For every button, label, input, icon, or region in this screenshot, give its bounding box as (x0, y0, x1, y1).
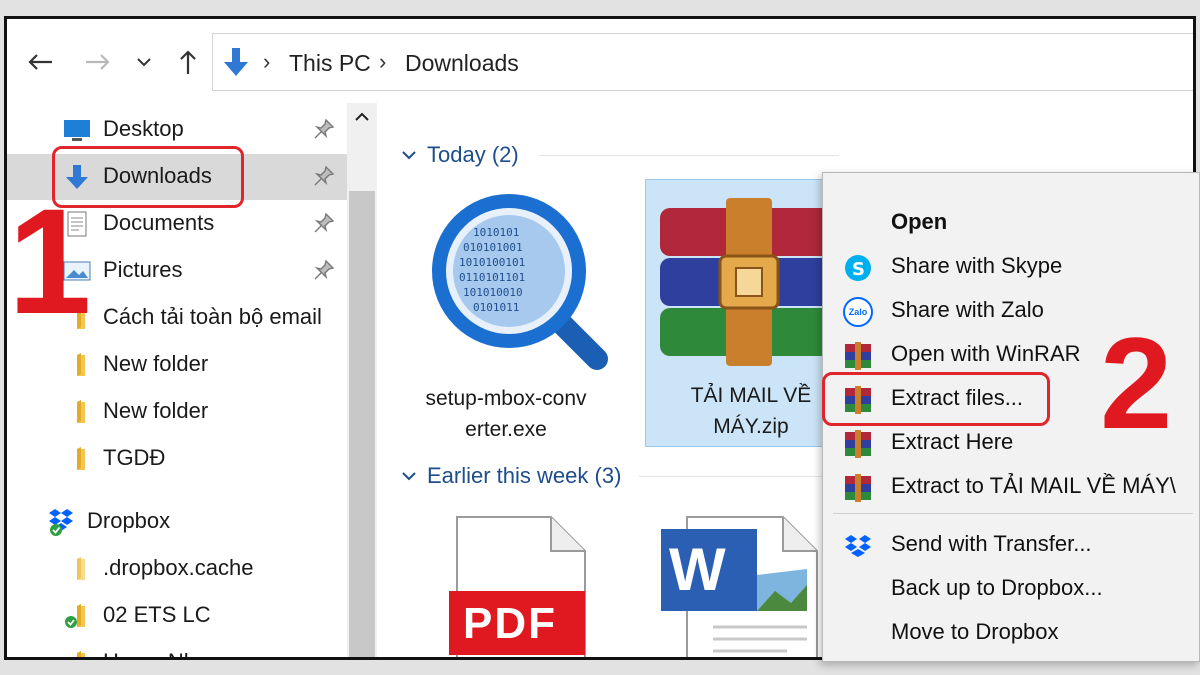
sidebar-item-label: TGDĐ (103, 445, 166, 470)
svg-text:010101001: 010101001 (463, 241, 523, 254)
file-item-pdf[interactable]: PDF (445, 515, 595, 657)
pin-icon (314, 259, 335, 280)
sidebar-item-dropbox[interactable]: Dropbox (7, 499, 347, 545)
breadcrumb-separator: › (379, 49, 387, 74)
downloads-icon (224, 48, 248, 76)
folder-icon (77, 557, 85, 580)
svg-text:1010100101: 1010100101 (459, 256, 525, 269)
nav-pane-scrollbar[interactable] (347, 103, 377, 657)
sidebar-item-label: New folder (103, 398, 209, 423)
recent-locations-button[interactable] (131, 45, 157, 79)
menu-item-send-with-transfer[interactable]: Send with Transfer... (823, 523, 1200, 565)
chevron-down-icon (137, 58, 151, 67)
up-button[interactable] (171, 45, 205, 79)
folder-icon (77, 400, 85, 423)
desktop-icon (64, 120, 90, 141)
scroll-thumb[interactable] (349, 191, 375, 657)
sidebar-item-label: Pictures (103, 257, 183, 282)
pdf-badge: PDF (463, 599, 557, 648)
sidebar-item-label: .dropbox.cache (103, 555, 254, 580)
folder-icon (77, 447, 85, 470)
winrar-icon (845, 430, 871, 458)
screenshot-frame: › This PC › Downloads Desktop Downloads … (0, 0, 1200, 675)
sidebar-item-folder[interactable]: .dropbox.cache (7, 546, 347, 592)
sidebar-item-label: 02 ETS LC (103, 602, 211, 627)
pin-icon (314, 118, 335, 139)
menu-item-label: Send with Transfer... (891, 531, 1092, 556)
chevron-down-icon[interactable] (401, 470, 417, 482)
pin-icon (314, 165, 335, 186)
svg-text:101010010: 101010010 (463, 286, 523, 299)
forward-button[interactable] (81, 45, 115, 79)
zalo-icon: Zalo (843, 297, 873, 327)
navigation-bar: › This PC › Downloads (7, 19, 1193, 103)
sidebar-item-folder[interactable]: TGDĐ (7, 436, 347, 482)
winrar-archive-icon (660, 198, 838, 366)
svg-text:0110101101: 0110101101 (459, 271, 525, 284)
dropbox-icon (49, 509, 73, 536)
back-arrow-icon (28, 54, 52, 70)
menu-item-open[interactable]: Open (823, 201, 1200, 243)
menu-item-label: Extract Here (891, 429, 1014, 454)
pin-icon (314, 212, 335, 233)
file-name: setup-mbox-conv erter.exe (401, 383, 611, 445)
group-divider (639, 476, 839, 477)
breadcrumb-downloads[interactable]: Downloads (405, 50, 519, 77)
group-divider (539, 155, 839, 156)
breadcrumb-separator: › (263, 49, 271, 74)
svg-text:1010101: 1010101 (473, 226, 519, 239)
sidebar-item-label: Desktop (103, 116, 184, 141)
menu-item-move-to-dropbox[interactable]: Move to Dropbox (823, 611, 1200, 653)
step-number-2: 2 (1100, 310, 1173, 456)
folder-icon (77, 353, 85, 376)
scroll-up-icon[interactable] (354, 111, 370, 123)
file-item-word[interactable]: W (657, 515, 827, 657)
menu-item-extract-to-folder[interactable]: Extract to TẢI MAIL VỀ MÁY\ (823, 465, 1200, 507)
address-bar[interactable]: › This PC › Downloads (212, 33, 1193, 91)
sidebar-item-label: Dropbox (87, 508, 171, 533)
menu-item-label: Share with Zalo (891, 297, 1044, 322)
menu-item-label: Extract to TẢI MAIL VỀ MÁY\ (891, 473, 1176, 498)
chevron-down-icon[interactable] (401, 149, 417, 161)
breadcrumb-this-pc[interactable]: This PC (289, 50, 371, 77)
winrar-icon (845, 342, 871, 370)
svg-text:0101011: 0101011 (473, 301, 519, 314)
menu-item-label: Move to Dropbox (891, 619, 1059, 644)
file-name-line: erter.exe (465, 418, 547, 441)
highlight-extract-files (822, 372, 1050, 426)
skype-icon: S (845, 255, 871, 281)
file-name-line: setup-mbox-conv (425, 387, 587, 410)
zalo-icon-text: Zalo (848, 307, 868, 317)
file-item-setup-exe[interactable]: 1010101 010101001 1010100101 0110101101 … (401, 179, 611, 447)
sidebar-item-folder[interactable]: 02 ETS LC (7, 593, 347, 639)
word-badge: W (669, 536, 726, 603)
sidebar-item-folder[interactable]: New folder (7, 389, 347, 435)
svg-text:S: S (852, 259, 865, 280)
back-button[interactable] (23, 45, 57, 79)
sidebar-item-folder[interactable]: New folder (7, 342, 347, 388)
group-header-today[interactable]: Today (2) (427, 142, 519, 168)
menu-item-label: Share with Skype (891, 253, 1063, 278)
dropbox-icon (845, 535, 871, 557)
forward-arrow-icon (86, 54, 110, 70)
menu-item-label: Back up to Dropbox... (891, 575, 1103, 600)
menu-item-label: Open with WinRAR (891, 341, 1081, 366)
step-number-1: 1 (8, 177, 92, 345)
sidebar-item-label: Hong_Nhung (103, 649, 233, 657)
sidebar-item-label: Documents (103, 210, 215, 235)
winrar-icon (845, 474, 871, 502)
group-header-earlier-this-week[interactable]: Earlier this week (3) (427, 463, 621, 489)
folder-icon (77, 651, 85, 657)
sidebar-item-label: New folder (103, 351, 209, 376)
sidebar-item-label: Cách tải toàn bộ email (103, 304, 322, 329)
menu-separator (833, 513, 1193, 514)
sidebar-item-folder[interactable]: Hong_Nhung (7, 640, 347, 657)
synced-folder-icon (65, 604, 85, 628)
menu-item-back-up-to-dropbox[interactable]: Back up to Dropbox... (823, 567, 1200, 609)
menu-item-label: Open (891, 209, 948, 234)
magnifier-binary-icon: 1010101 010101001 1010100101 0110101101 … (432, 194, 608, 370)
menu-item-share-skype[interactable]: S Share with Skype (823, 245, 1200, 287)
up-arrow-icon (180, 50, 196, 74)
